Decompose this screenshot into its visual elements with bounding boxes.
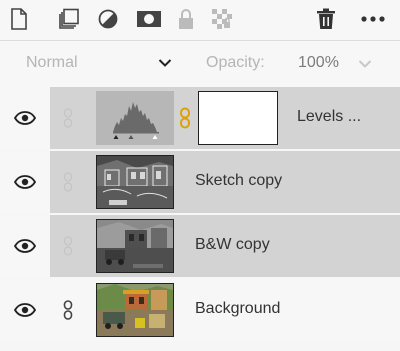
layer-name[interactable]: Background xyxy=(195,300,280,318)
transparency-lock-icon[interactable] xyxy=(211,8,233,30)
blend-options-bar: Normal Opacity: 100% xyxy=(0,41,400,87)
chevron-down-icon[interactable] xyxy=(358,56,372,74)
opacity-value[interactable]: 100% xyxy=(298,54,339,72)
chain-link-icon[interactable] xyxy=(58,107,78,129)
bw-layer-thumbnail xyxy=(96,219,174,273)
layer-row[interactable]: Sketch copy xyxy=(0,151,400,213)
layer-name[interactable]: Sketch copy xyxy=(195,172,282,190)
layer-mask-icon[interactable] xyxy=(136,8,162,30)
chevron-down-icon[interactable] xyxy=(158,55,172,73)
visibility-toggle[interactable] xyxy=(0,87,50,149)
trash-icon[interactable] xyxy=(315,8,337,30)
levels-adjustment-thumbnail xyxy=(96,91,174,145)
layer-name[interactable]: Levels ... xyxy=(297,108,361,126)
layer-name[interactable]: B&W copy xyxy=(195,236,270,254)
blend-mode-select[interactable]: Normal xyxy=(26,54,78,72)
layer-row[interactable]: B&W copy xyxy=(0,215,400,277)
lock-icon[interactable] xyxy=(175,8,197,30)
eye-icon xyxy=(14,239,36,253)
new-layer-icon[interactable] xyxy=(8,8,30,30)
adjustment-layer-icon[interactable] xyxy=(97,8,119,30)
chain-link-icon[interactable] xyxy=(58,299,78,321)
opacity-label: Opacity: xyxy=(206,54,265,71)
eye-icon xyxy=(14,303,36,317)
chain-link-icon[interactable] xyxy=(58,171,78,193)
layer-row[interactable]: Levels ... xyxy=(0,87,400,149)
visibility-toggle[interactable] xyxy=(0,279,50,341)
eye-icon xyxy=(14,111,36,125)
sketch-layer-thumbnail xyxy=(96,155,174,209)
layers-toolbar xyxy=(0,0,400,40)
visibility-toggle[interactable] xyxy=(0,151,50,213)
layer-row[interactable]: Background xyxy=(0,279,400,341)
visibility-toggle[interactable] xyxy=(0,215,50,277)
mask-link-icon[interactable] xyxy=(178,107,192,129)
background-layer-thumbnail xyxy=(96,283,174,337)
layer-mask-thumbnail[interactable] xyxy=(198,91,278,145)
duplicate-layer-icon[interactable] xyxy=(58,8,80,30)
chain-link-icon[interactable] xyxy=(58,235,78,257)
eye-icon xyxy=(14,175,36,189)
more-icon[interactable] xyxy=(360,8,386,30)
